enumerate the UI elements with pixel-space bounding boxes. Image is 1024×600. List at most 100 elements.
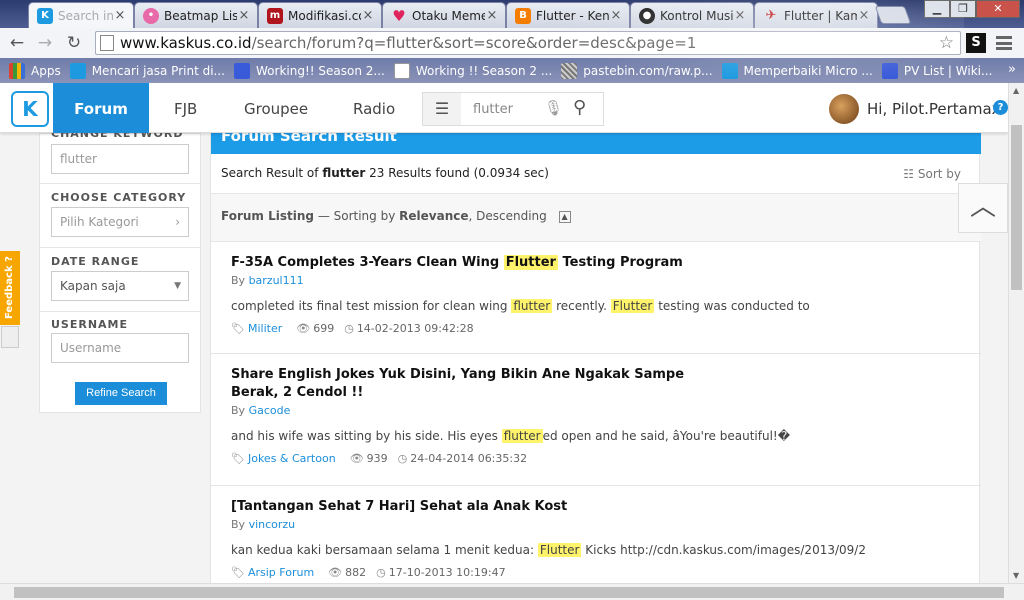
- date-range-select[interactable]: Kapan saja ▼: [51, 271, 189, 301]
- result-meta: 🏷 Jokes & Cartoon 👁 939 ◷ 24-04-2014 06:35:…: [231, 452, 961, 465]
- tab-kaskus-search[interactable]: K Search in For ×: [28, 2, 134, 28]
- tab-close-icon[interactable]: ×: [361, 8, 375, 23]
- summary-query: flutter: [322, 166, 366, 180]
- tab-close-icon[interactable]: ×: [733, 8, 747, 23]
- search-input[interactable]: flutter: [473, 102, 513, 117]
- scrollbar-thumb[interactable]: [1011, 125, 1022, 290]
- result-author: By Gacode: [231, 404, 291, 417]
- tab-blogger-flutter[interactable]: B Flutter - Kenc ×: [506, 2, 630, 28]
- scroll-up-icon[interactable]: ▲: [1013, 86, 1019, 95]
- post-date: 17-10-2013 10:19:47: [388, 566, 506, 579]
- kaskus-favicon-icon: K: [37, 7, 53, 24]
- kamus-favicon-icon: ✈: [765, 8, 777, 23]
- result-title[interactable]: [Tantangan Sehat 7 Hari] Sehat ala Anak …: [231, 498, 701, 516]
- scroll-to-top-button[interactable]: ︿: [958, 183, 1008, 233]
- new-tab-button[interactable]: [874, 6, 912, 24]
- result-snippet: completed its final test mission for cle…: [231, 299, 961, 313]
- category-label: CHOOSE CATEGORY: [51, 191, 187, 204]
- result-snippet: kan kedua kaki bersamaan selama 1 menit …: [231, 543, 961, 557]
- kaskus-bookmark-icon: [721, 62, 738, 79]
- category-link[interactable]: Militer: [248, 322, 282, 335]
- bookmark-item[interactable]: Memperbaiki Micro ...: [721, 62, 873, 79]
- category-link[interactable]: Arsip Forum: [248, 566, 314, 579]
- bookmark-item[interactable]: Mencari jasa Print di...: [69, 62, 225, 79]
- post-date: 14-02-2013 09:42:28: [356, 322, 474, 335]
- scrollbar-thumb[interactable]: [14, 587, 1004, 598]
- forward-arrow-icon[interactable]: →: [35, 33, 55, 53]
- feedback-icon[interactable]: [1, 326, 19, 348]
- bookmark-label: Working !! Season 2 ...: [415, 63, 553, 78]
- tab-beatmap[interactable]: • Beatmap List ×: [134, 2, 258, 28]
- summary-prefix: Search Result of: [221, 166, 319, 180]
- site-header: K Forum FJB Groupee Radio ☰ flutter 🎙 ⚲ …: [0, 83, 1008, 133]
- nav-groupee[interactable]: Groupee: [244, 83, 308, 133]
- blogger-favicon-icon: B: [515, 7, 531, 24]
- user-greeting: Hi, Pilot.Pertamax: [867, 100, 1001, 118]
- bookmark-item[interactable]: Working !! Season 2 ...: [393, 62, 553, 79]
- reload-icon[interactable]: ↻: [64, 33, 84, 53]
- wiki-bookmark-icon: [881, 62, 898, 79]
- bookmark-item[interactable]: PV List | Wiki...: [881, 62, 992, 79]
- close-window-button[interactable]: ✕: [976, 0, 1020, 18]
- tab-label: Flutter - Kenc: [536, 8, 609, 23]
- nav-radio[interactable]: Radio: [353, 83, 395, 133]
- tab-close-icon[interactable]: ×: [113, 8, 127, 23]
- kaskus-logo[interactable]: K: [11, 91, 49, 127]
- snippet-text: testing was conducted to: [658, 299, 810, 313]
- nav-forum[interactable]: Forum: [53, 83, 149, 133]
- view-count: 939: [366, 452, 388, 465]
- user-menu[interactable]: Hi, Pilot.Pertamax: [829, 94, 1001, 124]
- feedback-tab[interactable]: Feedback ?: [0, 251, 20, 325]
- search-icon[interactable]: ⚲: [573, 97, 586, 118]
- result-title[interactable]: Share English Jokes Yuk Disini, Yang Bik…: [231, 366, 701, 402]
- eye-icon: 👁: [349, 452, 364, 465]
- tab-kontrol-musik[interactable]: ● Kontrol Musi ×: [630, 2, 754, 28]
- category-link[interactable]: Jokes & Cartoon: [248, 452, 336, 465]
- sorting-order: , Descending: [468, 209, 547, 223]
- tab-flutter-kamus[interactable]: ✈ Flutter | Kam ×: [754, 2, 878, 28]
- bookmarks-overflow-icon[interactable]: »: [1008, 62, 1016, 77]
- collapse-arrow-icon[interactable]: ▲: [558, 211, 571, 223]
- minimize-button[interactable]: ▁: [924, 0, 950, 18]
- horizontal-scrollbar[interactable]: [0, 583, 1024, 600]
- chevron-right-icon: ›: [175, 215, 180, 229]
- bookmark-item[interactable]: pastebin.com/raw.p...: [561, 62, 713, 79]
- microphone-icon[interactable]: 🎙: [544, 99, 563, 117]
- tab-close-icon[interactable]: ×: [609, 8, 623, 23]
- category-select[interactable]: Pilih Kategori ›: [51, 207, 189, 237]
- author-link[interactable]: barzul111: [249, 274, 304, 287]
- chrome-menu-icon[interactable]: [996, 36, 1012, 50]
- back-arrow-icon[interactable]: ←: [7, 33, 27, 53]
- vertical-scrollbar[interactable]: ▲ ▼: [1008, 83, 1024, 583]
- maximize-button[interactable]: ❐: [950, 0, 976, 18]
- bookmark-item[interactable]: Working!! Season 2...: [234, 62, 385, 79]
- author-link[interactable]: Gacode: [249, 404, 291, 417]
- tab-modifikasi[interactable]: m Modifikasi.co ×: [258, 2, 382, 28]
- scroll-down-icon[interactable]: ▼: [1013, 571, 1019, 580]
- bookmark-label: Working!! Season 2...: [256, 63, 385, 78]
- pastebin-bookmark-icon: [561, 62, 578, 79]
- result-meta: 🏷 Arsip Forum 👁 882 ◷ 17-10-2013 10:19:47: [231, 566, 961, 579]
- refine-search-button[interactable]: Refine Search: [75, 382, 167, 405]
- tab-close-icon[interactable]: ×: [857, 8, 871, 23]
- hamburger-menu-icon[interactable]: ☰: [423, 93, 461, 125]
- snippet-text: recently.: [556, 299, 607, 313]
- address-bar[interactable]: www.kaskus.co.id/search/forum?q=flutter&…: [95, 31, 961, 55]
- avatar[interactable]: [829, 94, 859, 124]
- username-input[interactable]: Username: [51, 333, 189, 363]
- result-meta: 🏷 Militer 👁 699 ◷ 14-02-2013 09:42:28: [231, 322, 961, 335]
- snippet-highlight: Flutter: [610, 299, 655, 313]
- keyword-input[interactable]: flutter: [51, 144, 189, 174]
- nav-fjb[interactable]: FJB: [174, 83, 197, 133]
- extension-icon[interactable]: S: [966, 33, 986, 53]
- result-title[interactable]: F-35A Completes 3-Years Clean Wing Flutt…: [231, 254, 701, 272]
- tab-otaku-meme[interactable]: ♥ Otaku Meme ×: [382, 2, 506, 28]
- tab-close-icon[interactable]: ×: [237, 8, 251, 23]
- bookmark-apps[interactable]: Apps: [9, 62, 61, 79]
- bookmark-star-icon[interactable]: ☆: [939, 33, 954, 53]
- sort-by-button[interactable]: ☷ Sort by: [903, 167, 961, 181]
- help-icon[interactable]: ?: [993, 100, 1008, 115]
- tab-close-icon[interactable]: ×: [485, 8, 499, 23]
- author-link[interactable]: vincorzu: [249, 518, 296, 531]
- eye-icon: 👁: [328, 566, 343, 579]
